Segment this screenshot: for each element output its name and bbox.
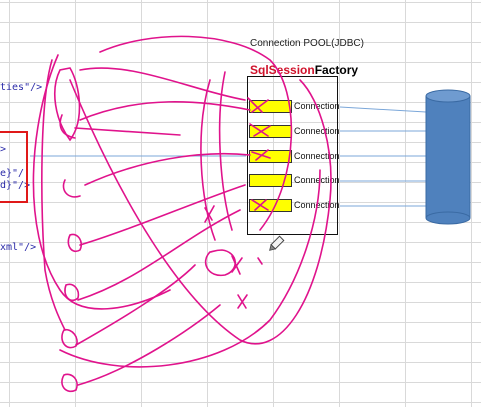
handwritten-annotations	[32, 35, 332, 393]
pencil-cursor-icon	[269, 235, 285, 251]
diagram-overlay	[30, 35, 471, 393]
arrow-1	[339, 106, 427, 113]
database-cylinder	[425, 89, 471, 225]
